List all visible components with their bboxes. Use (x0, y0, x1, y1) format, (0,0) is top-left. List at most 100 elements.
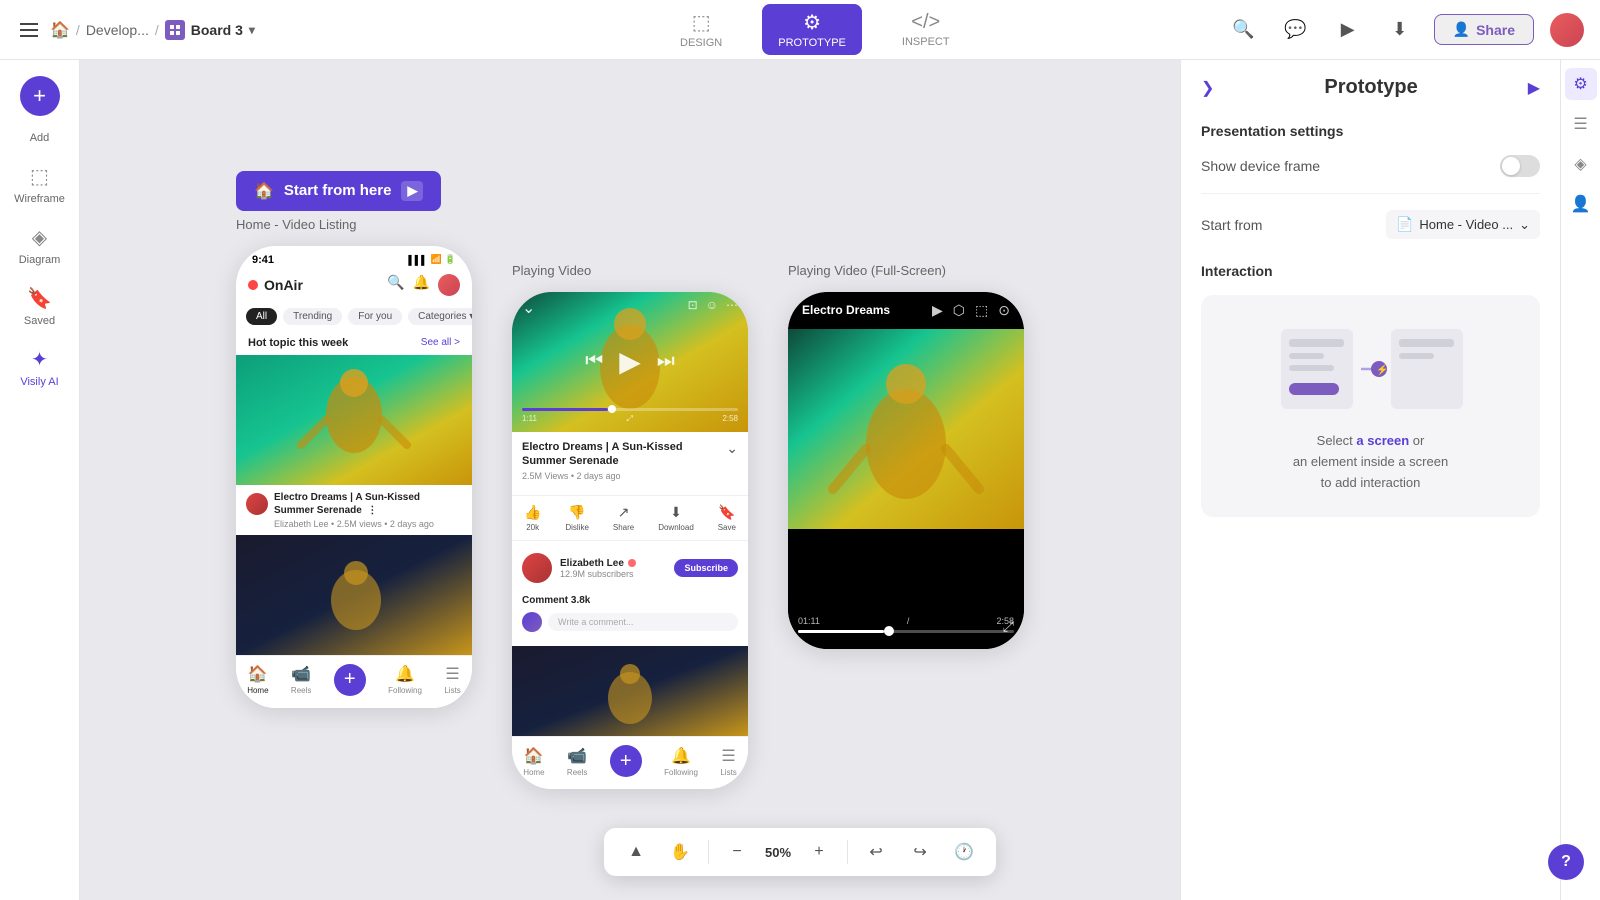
tab-prototype[interactable]: ⚙ PROTOTYPE (762, 4, 862, 55)
help-button[interactable]: ? (1548, 844, 1584, 880)
share-action-button[interactable]: ↗ Share (613, 504, 634, 532)
nav-home[interactable]: 🏠 Home (247, 664, 268, 695)
tab-design[interactable]: ⬚ DESIGN (672, 6, 730, 53)
interaction-illustration: ⚡ ↖ Select a screen or an element inside… (1201, 295, 1540, 517)
play-button[interactable]: ▶ (1330, 12, 1366, 48)
sidebar-item-diagram[interactable]: ◈ Diagram (5, 217, 75, 274)
like-button[interactable]: 👍 20k (524, 504, 541, 532)
nav2-reels[interactable]: 📹 Reels (567, 746, 587, 777)
panel-collapse-icon[interactable]: ❯ (1201, 78, 1214, 98)
fullscreen-icon-sm[interactable]: ⤢ (627, 414, 633, 424)
interaction-highlight-screen: a screen (1356, 433, 1409, 448)
notif-icon[interactable]: 🔔 (413, 274, 430, 296)
nav-lists[interactable]: ☰ Lists (444, 664, 460, 695)
fullscreen-video-area[interactable] (788, 329, 1024, 529)
breadcrumb-board[interactable]: Board 3 ▾ (165, 20, 255, 40)
show-device-frame-toggle[interactable] (1500, 155, 1540, 177)
board-chevron-icon[interactable]: ▾ (249, 23, 255, 37)
fullscreen-progress[interactable]: 01:11 / 2:58 (798, 616, 1014, 633)
video-player[interactable]: ⌄ ⊡ ☺ ⋯ ⏮ ▶ ⏭ (512, 292, 748, 432)
start-from-selector[interactable]: 📄 Home - Video ... ⌄ (1386, 210, 1540, 239)
sidebar-item-visily-ai[interactable]: ✦ Visily AI (5, 339, 75, 396)
settings-icon[interactable]: ☺ (706, 298, 718, 318)
start-from-here-button[interactable]: 🏠 Start from here ▶ (236, 171, 441, 211)
video-card-1[interactable]: Top 10 10:34 (236, 355, 472, 535)
nav-add-button[interactable]: + (334, 664, 366, 696)
comments-button[interactable]: 💬 (1278, 12, 1314, 48)
filter-categories[interactable]: Categories ▾ (408, 308, 472, 325)
search-button[interactable]: 🔍 (1226, 12, 1262, 48)
fs-expand-icon[interactable]: ⤢ (1003, 618, 1014, 635)
history-button[interactable]: 🕐 (948, 836, 980, 868)
see-all-link[interactable]: See all > (421, 337, 460, 348)
subscribe-button[interactable]: Subscribe (674, 559, 738, 577)
comment-input[interactable]: Write a comment... (548, 613, 738, 631)
breadcrumb-parent[interactable]: Develop... (86, 22, 149, 38)
nav-reels[interactable]: 📹 Reels (291, 664, 311, 695)
filter-trending[interactable]: Trending (283, 308, 342, 325)
select-tool-button[interactable]: ▲ (620, 836, 652, 868)
fs-forward-icon[interactable]: ▶ (932, 302, 943, 319)
search-icon-sm[interactable]: 🔍 (387, 274, 404, 296)
player-back-icon[interactable]: ⌄ (522, 298, 535, 318)
fs-screen-icon[interactable]: ⬚ (975, 302, 988, 319)
screen3-phone-frame[interactable]: Electro Dreams ▶ ⬡ ⬚ ⊙ (788, 292, 1024, 649)
save-action-button[interactable]: 🔖 Save (718, 504, 736, 532)
fs-time-sep: / (907, 616, 910, 626)
related-video-thumb[interactable]: Top 10 (512, 646, 748, 736)
progress-thumb[interactable] (608, 405, 616, 413)
zoom-in-button[interactable]: + (803, 836, 835, 868)
video-card-2[interactable]: Top 10 (236, 535, 472, 655)
add-button[interactable]: + (20, 76, 60, 116)
download-action-button[interactable]: ⬇ Download (658, 504, 694, 532)
progress-bar[interactable] (522, 408, 738, 411)
play-pause-icon[interactable]: ▶ (619, 345, 641, 378)
user-avatar[interactable] (1550, 13, 1584, 47)
fs-progress-fill (798, 630, 884, 633)
screen1-phone-frame[interactable]: 9:41 ▌▌▌ 📶 🔋 OnAir (236, 246, 472, 708)
nav2-home[interactable]: 🏠 Home (523, 746, 544, 777)
redo-button[interactable]: ↪ (904, 836, 936, 868)
assets-tab-icon[interactable]: ◈ (1565, 148, 1597, 180)
player-progress[interactable]: 1:11 ⤢ 2:58 (522, 408, 738, 424)
interaction-text1: Select (1317, 433, 1357, 448)
layers-tab-icon[interactable]: ☰ (1565, 108, 1597, 140)
panel-play-icon[interactable]: ▶ (1528, 78, 1540, 98)
fs-more-icon[interactable]: ⊙ (998, 302, 1010, 319)
user-avatar-sm[interactable] (438, 274, 460, 296)
more-icon[interactable]: ⋯ (726, 298, 738, 318)
hand-tool-button[interactable]: ✋ (664, 836, 696, 868)
comments-tab-icon[interactable]: 👤 (1565, 188, 1597, 220)
zoom-out-button[interactable]: − (721, 836, 753, 868)
screen2-phone-frame[interactable]: ⌄ ⊡ ☺ ⋯ ⏮ ▶ ⏭ (512, 292, 748, 790)
fs-progress-bar[interactable] (798, 630, 1014, 633)
video-details-1: Electro Dreams | A Sun-Kissed Summer Ser… (274, 491, 462, 529)
show-device-frame-row: Show device frame (1201, 155, 1540, 194)
prototype-tab-icon[interactable]: ⚙ (1565, 68, 1597, 100)
video-visual-1 (236, 355, 472, 485)
home-icon[interactable]: 🏠 (50, 20, 70, 40)
fs-progress-thumb[interactable] (884, 626, 894, 636)
skip-back-icon[interactable]: ⏮ (585, 350, 603, 373)
menu-icon[interactable] (16, 19, 42, 41)
board-name-text: Board 3 (191, 22, 243, 38)
dislike-button[interactable]: 👎 Dislike (565, 504, 589, 532)
undo-button[interactable]: ↩ (860, 836, 892, 868)
share-button[interactable]: 👤 Share (1434, 14, 1534, 45)
reels-nav-label: Reels (291, 686, 311, 695)
filter-all[interactable]: All (246, 308, 277, 325)
nav-following[interactable]: 🔔 Following (388, 664, 422, 695)
nav2-following[interactable]: 🔔 Following (664, 746, 698, 777)
sidebar-item-wireframe[interactable]: ⬚ Wireframe (5, 156, 75, 213)
nav2-add-button[interactable]: + (610, 745, 642, 777)
expand-icon[interactable]: ⌄ (726, 440, 738, 457)
cast-icon[interactable]: ⊡ (688, 298, 698, 318)
fs-cast-icon[interactable]: ⬡ (953, 302, 965, 319)
sidebar-item-saved[interactable]: 🔖 Saved (5, 278, 75, 335)
tab-inspect[interactable]: </> INSPECT (894, 7, 958, 52)
related-visual (512, 646, 748, 736)
filter-foryou[interactable]: For you (348, 308, 402, 325)
nav2-lists[interactable]: ☰ Lists (720, 746, 736, 777)
download-button[interactable]: ⬇ (1382, 12, 1418, 48)
skip-forward-icon[interactable]: ⏭ (657, 350, 675, 373)
